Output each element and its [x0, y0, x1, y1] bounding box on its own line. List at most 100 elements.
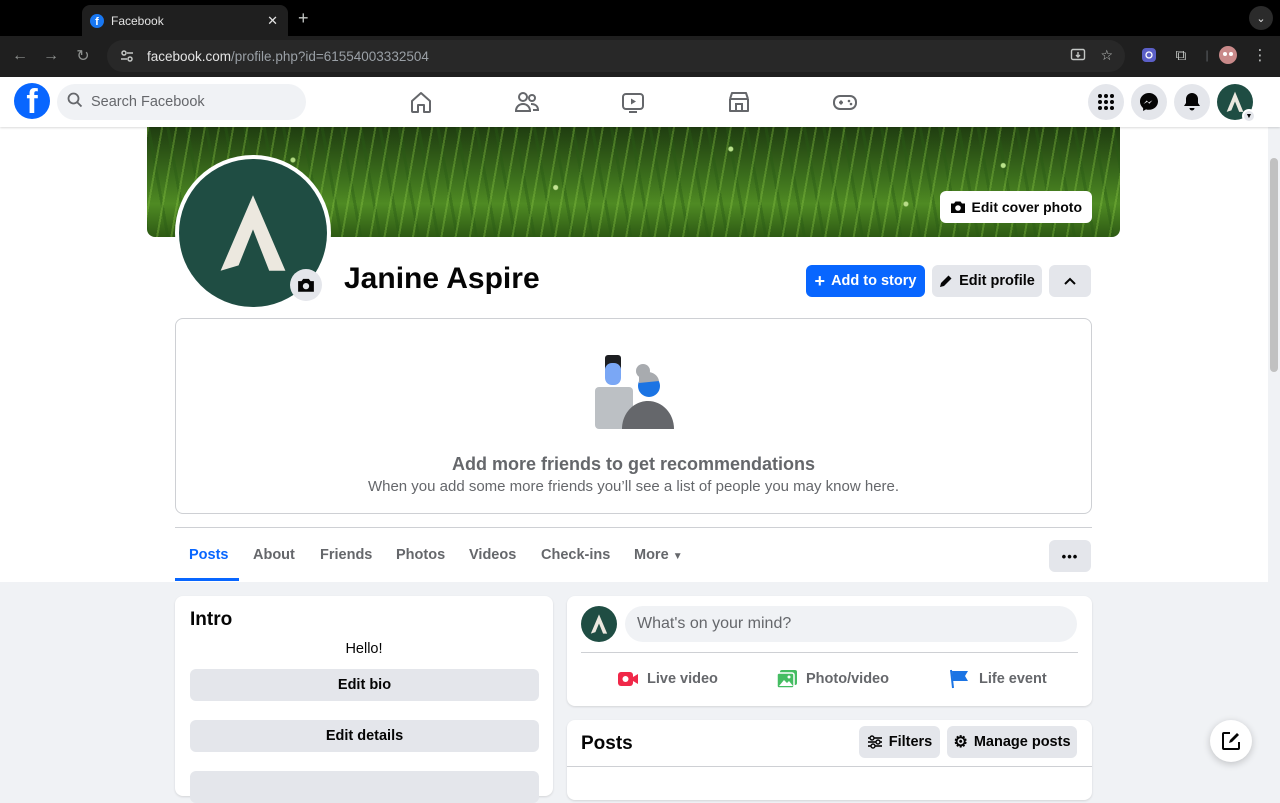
intro-title: Intro [190, 609, 233, 630]
tab-posts[interactable]: Posts [189, 547, 229, 563]
life-event-flag-icon [950, 669, 968, 689]
tab-search-chevron-icon[interactable]: ⌄ [1249, 6, 1273, 30]
people-illustration [595, 355, 674, 429]
tab-more-label: More [634, 547, 669, 563]
add-to-story-label: Add to story [831, 273, 917, 289]
reload-icon[interactable]: ↻ [72, 45, 94, 67]
manage-posts-label: Manage posts [973, 734, 1071, 750]
search-icon [67, 92, 83, 112]
tab-more[interactable]: More ▼ [634, 547, 683, 563]
plus-icon: + [814, 271, 826, 291]
marketplace-icon[interactable] [726, 89, 752, 115]
edit-bio-button[interactable]: Edit bio [190, 669, 539, 701]
browser-menu-icon[interactable]: ⋮ [1251, 46, 1269, 64]
posts-title: Posts [581, 733, 633, 754]
url-domain: facebook.com [147, 48, 232, 64]
edit-profile-button[interactable]: Edit profile [932, 265, 1042, 297]
edit-profile-label: Edit profile [959, 273, 1035, 289]
extension-icon[interactable] [1140, 46, 1158, 64]
add-to-story-button[interactable]: + Add to story [806, 265, 925, 297]
intro-card: Intro Hello! Edit bio Edit details [175, 596, 553, 803]
tab-photos[interactable]: Photos [396, 547, 445, 563]
account-chevron-icon: ▼ [1242, 109, 1256, 123]
photo-video-icon [776, 670, 797, 689]
post-composer: What's on your mind? Live video Photo/vi… [567, 596, 1092, 706]
intro-bio-text: Hello! [345, 641, 383, 657]
extensions-puzzle-icon[interactable]: ⧉ [1172, 46, 1190, 64]
edit-details-button[interactable]: Edit details [190, 720, 539, 752]
address-bar[interactable]: facebook.com/profile.php?id=615540033325… [107, 40, 1125, 72]
posts-card: Posts Filters ⚙ Manage posts [567, 720, 1092, 800]
collapse-chevron-button[interactable] [1049, 265, 1091, 297]
pencil-icon [940, 275, 952, 287]
notifications-bell-icon[interactable] [1174, 84, 1210, 120]
url-text: facebook.com/profile.php?id=615540033325… [147, 49, 429, 64]
tab-videos[interactable]: Videos [469, 547, 516, 563]
life-event-button[interactable]: Life event [949, 665, 1047, 693]
browser-toolbar: ← → ↻ facebook.com/profile.php?id=615540… [0, 36, 1280, 77]
gaming-icon[interactable] [832, 89, 858, 115]
gear-icon: ⚙ [953, 734, 968, 751]
scrollbar-thumb[interactable] [1270, 158, 1278, 372]
new-message-button[interactable] [1210, 720, 1252, 762]
update-profile-picture-camera-icon[interactable] [290, 269, 322, 301]
browser-tabstrip: f Facebook ✕ + ⌄ [0, 0, 1280, 36]
friends-icon[interactable] [514, 89, 540, 115]
friend-recommendations-card: Add more friends to get recommendations … [175, 318, 1092, 514]
life-event-label: Life event [979, 671, 1047, 687]
recommendations-title: Add more friends to get recommendations [451, 454, 816, 474]
recommendations-subtitle: When you add some more friends you’ll se… [367, 478, 900, 495]
facebook-favicon-icon: f [90, 13, 104, 28]
back-arrow-icon[interactable]: ← [9, 45, 31, 67]
photo-video-label: Photo/video [806, 671, 889, 687]
tabs-divider [175, 527, 1092, 528]
home-icon[interactable] [408, 89, 434, 115]
close-tab-icon[interactable]: ✕ [267, 13, 278, 29]
facebook-logo[interactable]: f [14, 83, 50, 119]
caret-down-icon: ▼ [672, 551, 683, 562]
composer-avatar[interactable] [581, 606, 617, 642]
browser-tab[interactable]: f Facebook ✕ [82, 5, 288, 36]
posts-card-divider [567, 766, 1092, 767]
url-path: /profile.php?id=61554003332504 [231, 48, 429, 64]
more-dots-icon: ••• [1061, 548, 1079, 564]
live-video-label: Live video [647, 671, 718, 687]
compose-icon [1222, 732, 1240, 750]
install-app-icon[interactable] [1070, 47, 1086, 66]
forward-arrow-icon[interactable]: → [40, 45, 62, 67]
filters-icon [867, 735, 882, 749]
more-options-button[interactable]: ••• [1049, 540, 1091, 572]
intro-next-button[interactable] [190, 771, 539, 803]
manage-posts-button[interactable]: ⚙ Manage posts [947, 726, 1077, 758]
account-avatar[interactable]: ▼ [1217, 84, 1256, 123]
photo-video-button[interactable]: Photo/video [776, 665, 889, 693]
edit-cover-photo-button[interactable]: Edit cover photo [939, 191, 1092, 223]
messenger-icon[interactable] [1131, 84, 1167, 120]
menu-grid-icon[interactable] [1088, 84, 1124, 120]
edit-cover-photo-label: Edit cover photo [971, 199, 1082, 215]
video-icon[interactable] [620, 89, 646, 115]
tab-about[interactable]: About [253, 547, 295, 563]
search-box[interactable] [57, 84, 306, 120]
live-video-icon [618, 672, 638, 686]
new-tab-icon[interactable]: + [298, 8, 309, 29]
profile-name: Janine Aspire [344, 262, 540, 295]
live-video-button[interactable]: Live video [617, 665, 718, 693]
filters-label: Filters [888, 734, 933, 750]
active-tab-indicator [175, 578, 239, 581]
search-input[interactable] [91, 94, 291, 110]
whats-on-your-mind-input[interactable]: What's on your mind? [625, 606, 1077, 642]
filters-button[interactable]: Filters [859, 726, 940, 758]
tab-friends[interactable]: Friends [320, 547, 372, 563]
tab-title: Facebook [111, 13, 164, 28]
composer-separator [581, 652, 1078, 653]
facebook-header: f ▼ [0, 77, 1280, 127]
tab-check-ins[interactable]: Check-ins [541, 547, 610, 563]
chevron-up-icon [1064, 277, 1076, 285]
browser-profile-avatar[interactable] [1219, 46, 1237, 64]
toolbar-divider: | [1205, 48, 1209, 62]
camera-icon [950, 201, 965, 213]
site-settings-icon[interactable] [119, 48, 135, 64]
page-scrollbar[interactable] [1268, 127, 1280, 778]
bookmark-star-icon[interactable]: ☆ [1100, 47, 1113, 66]
